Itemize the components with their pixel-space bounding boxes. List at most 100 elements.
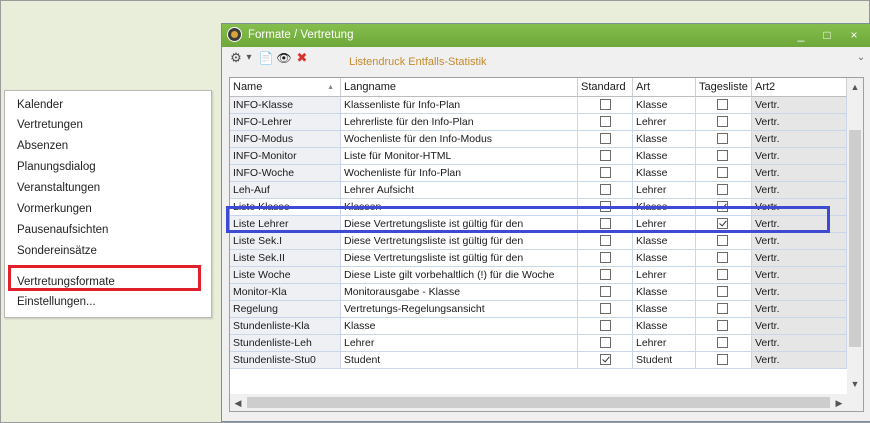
column-header-langname[interactable]: Langname bbox=[341, 78, 578, 97]
cell-art2[interactable]: Vertr. bbox=[752, 114, 847, 131]
close-button[interactable]: × bbox=[844, 26, 864, 44]
standard-checkbox[interactable] bbox=[600, 167, 611, 178]
menu-item-planungsdialog[interactable]: Planungsdialog bbox=[17, 157, 96, 177]
standard-checkbox[interactable] bbox=[600, 184, 611, 195]
cell-art2[interactable]: Vertr. bbox=[752, 165, 847, 182]
standard-checkbox[interactable] bbox=[600, 150, 611, 161]
cell-langname[interactable]: Wochenliste für Info-Plan bbox=[341, 165, 578, 182]
menu-item-vormerkungen[interactable]: Vormerkungen bbox=[17, 199, 92, 219]
cell-art[interactable]: Lehrer bbox=[633, 114, 696, 131]
standard-checkbox[interactable] bbox=[600, 269, 611, 280]
table-row[interactable]: INFO-Woche Wochenliste für Info-Plan Klass… bbox=[230, 165, 847, 182]
cell-name[interactable]: Liste Woche bbox=[230, 267, 341, 284]
cell-name[interactable]: Stundenliste-Leh bbox=[230, 335, 341, 352]
scroll-left-icon[interactable]: ◀ bbox=[230, 395, 246, 411]
cell-langname[interactable]: Diese Liste gilt vorbehaltlich (!) für d… bbox=[341, 267, 578, 284]
column-header-art[interactable]: Art bbox=[633, 78, 696, 97]
cell-name[interactable]: Leh-Auf bbox=[230, 182, 341, 199]
tagesliste-checkbox[interactable] bbox=[717, 269, 728, 280]
cell-art2[interactable]: Vertr. bbox=[752, 335, 847, 352]
standard-checkbox[interactable] bbox=[600, 133, 611, 144]
menu-item-einstellungen[interactable]: Einstellungen... bbox=[17, 292, 96, 312]
menu-item-sondereinsaetze[interactable]: Sondereinsätze bbox=[17, 241, 97, 261]
cell-langname[interactable]: Diese Vertretungsliste ist gültig für de… bbox=[341, 233, 578, 250]
column-header-tagesliste[interactable]: Tagesliste bbox=[696, 78, 752, 97]
cell-art2[interactable]: Vertr. bbox=[752, 284, 847, 301]
cell-art2[interactable]: Vertr. bbox=[752, 233, 847, 250]
table-row[interactable]: Stundenliste-Kla Klasse Klasse Vertr. bbox=[230, 318, 847, 335]
tagesliste-checkbox[interactable] bbox=[717, 354, 728, 365]
standard-checkbox[interactable] bbox=[600, 303, 611, 314]
cell-art2[interactable]: Vertr. bbox=[752, 250, 847, 267]
scroll-down-icon[interactable]: ▼ bbox=[847, 376, 863, 392]
table-row[interactable]: Stundenliste-Stu0 Student Student Vertr. bbox=[230, 352, 847, 369]
cell-langname[interactable]: Wochenliste für den Info-Modus bbox=[341, 131, 578, 148]
cell-art[interactable]: Lehrer bbox=[633, 335, 696, 352]
table-row[interactable]: INFO-Monitor Liste für Monitor-HTML Klasse… bbox=[230, 148, 847, 165]
column-header-standard[interactable]: Standard bbox=[578, 78, 633, 97]
cell-art[interactable]: Lehrer bbox=[633, 182, 696, 199]
tagesliste-checkbox[interactable] bbox=[717, 133, 728, 144]
standard-checkbox[interactable] bbox=[600, 354, 611, 365]
table-row[interactable]: Liste Woche Diese Liste gilt vorbehaltlic… bbox=[230, 267, 847, 284]
cell-name[interactable]: INFO-Modus bbox=[230, 131, 341, 148]
cell-name[interactable]: Stundenliste-Stu0 bbox=[230, 352, 341, 369]
cell-langname[interactable]: Lehrerliste für den Info-Plan bbox=[341, 114, 578, 131]
cell-art[interactable]: Klasse bbox=[633, 284, 696, 301]
tagesliste-checkbox[interactable] bbox=[717, 252, 728, 263]
new-document-icon[interactable]: 📄 bbox=[258, 50, 274, 66]
cell-art[interactable]: Klasse bbox=[633, 165, 696, 182]
cell-name[interactable]: INFO-Woche bbox=[230, 165, 341, 182]
cell-art[interactable]: Klasse bbox=[633, 318, 696, 335]
table-row[interactable]: Regelung Vertretungs-Regelungsansicht Klas… bbox=[230, 301, 847, 318]
cell-langname[interactable]: Diese Vertretungsliste ist gültig für de… bbox=[341, 250, 578, 267]
cell-art2[interactable]: Vertr. bbox=[752, 131, 847, 148]
cell-art2[interactable]: Vertr. bbox=[752, 148, 847, 165]
cell-langname[interactable]: Student bbox=[341, 352, 578, 369]
tagesliste-checkbox[interactable] bbox=[717, 99, 728, 110]
maximize-button[interactable]: □ bbox=[817, 26, 837, 44]
cell-name[interactable]: Regelung bbox=[230, 301, 341, 318]
table-row[interactable]: Stundenliste-Leh Lehrer Lehrer Vertr. bbox=[230, 335, 847, 352]
cell-art[interactable]: Klasse bbox=[633, 301, 696, 318]
menu-item-pausenaufsichten[interactable]: Pausenaufsichten bbox=[17, 220, 108, 240]
cell-art2[interactable]: Vertr. bbox=[752, 301, 847, 318]
cell-name[interactable]: INFO-Lehrer bbox=[230, 114, 341, 131]
tagesliste-checkbox[interactable] bbox=[717, 286, 728, 297]
standard-checkbox[interactable] bbox=[600, 252, 611, 263]
tree-settings-icon[interactable]: ⚙ bbox=[228, 50, 244, 66]
cell-langname[interactable]: Monitorausgabe - Klasse bbox=[341, 284, 578, 301]
cell-langname[interactable]: Klasse bbox=[341, 318, 578, 335]
tagesliste-checkbox[interactable] bbox=[717, 150, 728, 161]
horizontal-scrollbar[interactable]: ◀ ▶ bbox=[230, 394, 847, 411]
standard-checkbox[interactable] bbox=[600, 337, 611, 348]
tagesliste-checkbox[interactable] bbox=[717, 116, 728, 127]
standard-checkbox[interactable] bbox=[600, 99, 611, 110]
standard-checkbox[interactable] bbox=[600, 235, 611, 246]
scroll-up-icon[interactable]: ▲ bbox=[847, 79, 863, 95]
cell-art2[interactable]: Vertr. bbox=[752, 97, 847, 114]
cell-art[interactable]: Klasse bbox=[633, 131, 696, 148]
view-eye-icon[interactable]: 👁 bbox=[276, 50, 292, 66]
menu-item-absenzen[interactable]: Absenzen bbox=[17, 136, 68, 156]
cell-art[interactable]: Klasse bbox=[633, 148, 696, 165]
tagesliste-checkbox[interactable] bbox=[717, 184, 728, 195]
cell-art2[interactable]: Vertr. bbox=[752, 352, 847, 369]
tagesliste-checkbox[interactable] bbox=[717, 303, 728, 314]
cell-langname[interactable]: Vertretungs-Regelungsansicht bbox=[341, 301, 578, 318]
cell-name[interactable]: Stundenliste-Kla bbox=[230, 318, 341, 335]
cell-name[interactable]: Monitor-Kla bbox=[230, 284, 341, 301]
minimize-button[interactable]: _ bbox=[791, 26, 811, 44]
window-titlebar[interactable]: Formate / Vertretung _ □ × bbox=[222, 24, 870, 47]
toolbar-overflow-icon[interactable]: ⌄ bbox=[856, 50, 866, 66]
standard-checkbox[interactable] bbox=[600, 116, 611, 127]
table-row[interactable]: INFO-Lehrer Lehrerliste für den Info-Plan… bbox=[230, 114, 847, 131]
cell-art2[interactable]: Vertr. bbox=[752, 267, 847, 284]
cell-name[interactable]: INFO-Klasse bbox=[230, 97, 341, 114]
table-row[interactable]: Monitor-Kla Monitorausgabe - Klasse Klasse… bbox=[230, 284, 847, 301]
standard-checkbox[interactable] bbox=[600, 320, 611, 331]
column-header-art2[interactable]: Art2 bbox=[752, 78, 847, 97]
menu-item-veranstaltungen[interactable]: Veranstaltungen bbox=[17, 178, 100, 198]
cell-art2[interactable]: Vertr. bbox=[752, 318, 847, 335]
table-row[interactable]: Liste Sek.II Diese Vertretungsliste ist g… bbox=[230, 250, 847, 267]
